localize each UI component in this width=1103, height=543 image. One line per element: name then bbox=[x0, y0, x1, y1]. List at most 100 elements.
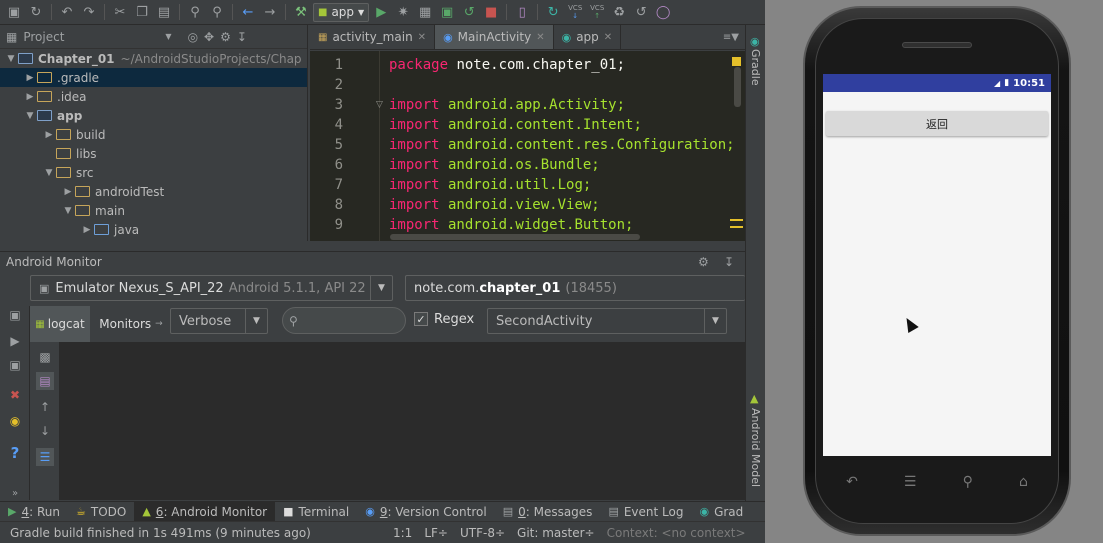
undo-icon[interactable]: ↶ bbox=[57, 2, 77, 22]
tool-tab[interactable]: ☕ TODO bbox=[68, 502, 134, 522]
vcs-refresh-icon[interactable]: ↻ bbox=[543, 2, 563, 22]
tab-activity-main[interactable]: ▦ activity_main ✕ bbox=[310, 25, 436, 49]
tree-item[interactable]: ▼ Chapter_01 ~/AndroidStudioProjects/Chap bbox=[0, 49, 307, 68]
vcs-commit-icon[interactable]: VCS ↑ bbox=[587, 2, 607, 22]
down-arrow-icon[interactable]: ↓ bbox=[36, 422, 54, 440]
android-model-tool-label[interactable]: Android Model bbox=[749, 408, 762, 487]
help-icon[interactable]: ? bbox=[6, 444, 24, 462]
screen-record-icon[interactable]: ▶ bbox=[6, 332, 24, 350]
emulator-screen[interactable]: ◢ ▮ 10:51 返回 bbox=[823, 74, 1051, 456]
tab-monitors[interactable]: Monitors → bbox=[92, 306, 170, 342]
collapsed-arrow-icon[interactable]: ▶ bbox=[80, 225, 94, 235]
avd-manager-icon[interactable]: ▯ bbox=[512, 2, 532, 22]
vcs-update-icon[interactable]: VCS ↓ bbox=[565, 2, 585, 22]
git-branch[interactable]: Git: master÷ bbox=[517, 526, 595, 540]
tree-item[interactable]: ▶ .idea bbox=[0, 87, 307, 106]
camera-icon[interactable]: ▣ bbox=[6, 306, 24, 324]
gradle-tool-label[interactable]: Gradle bbox=[749, 49, 762, 86]
settings-gear-icon[interactable]: ⚙ bbox=[220, 30, 231, 44]
code-editor[interactable]: 1 2 3 4 5 6 7 8 9 package note.com.chapter_01; im… bbox=[310, 51, 745, 241]
tool-tab[interactable]: ▤ 0: Messages bbox=[495, 502, 601, 522]
horizontal-scrollbar[interactable] bbox=[390, 234, 640, 240]
close-icon[interactable]: ✕ bbox=[536, 32, 544, 43]
tree-item[interactable]: ▶ .gradle bbox=[0, 68, 307, 87]
back-icon[interactable]: ← bbox=[238, 2, 258, 22]
target-icon[interactable]: ◎ bbox=[188, 30, 198, 44]
debug-icon[interactable]: ✷ bbox=[393, 2, 413, 22]
sync-icon[interactable]: ↻ bbox=[26, 2, 46, 22]
collapsed-arrow-icon[interactable]: ▶ bbox=[42, 130, 56, 140]
collapsed-arrow-icon[interactable]: ▶ bbox=[61, 187, 75, 197]
tool-tab[interactable]: ▤ Event Log bbox=[600, 502, 691, 522]
log-level-select[interactable]: Verbose ▼ bbox=[170, 308, 268, 334]
close-icon[interactable]: ✕ bbox=[418, 32, 426, 43]
collapse-icon[interactable]: ✥ bbox=[204, 30, 214, 44]
tab-logcat[interactable]: ▦ logcat bbox=[30, 306, 90, 342]
stop-icon[interactable]: ■ bbox=[481, 2, 501, 22]
apply-changes-icon[interactable]: ↺ bbox=[459, 2, 479, 22]
project-view-title[interactable]: Project bbox=[23, 30, 64, 44]
build-hammer-icon[interactable]: ⚒ bbox=[291, 2, 311, 22]
return-button[interactable]: 返回 bbox=[826, 111, 1048, 136]
tool-tab[interactable]: ■ Terminal bbox=[275, 502, 357, 522]
expanded-arrow-icon[interactable]: ▼ bbox=[42, 168, 56, 178]
run-config-select[interactable]: ■ app ▼ bbox=[313, 2, 370, 22]
forward-icon[interactable]: → bbox=[260, 2, 280, 22]
fold-marker-icon[interactable]: ▽ bbox=[376, 100, 383, 110]
tree-item[interactable]: libs bbox=[0, 144, 307, 163]
up-arrow-icon[interactable]: ↑ bbox=[36, 398, 54, 416]
tree-item[interactable]: ▼ app bbox=[0, 106, 307, 125]
search-everywhere-icon[interactable]: ◯ bbox=[653, 2, 673, 22]
expanded-arrow-icon[interactable]: ▼ bbox=[23, 111, 37, 121]
tab-app[interactable]: ◉ app ✕ bbox=[554, 25, 622, 49]
expanded-arrow-icon[interactable]: ▼ bbox=[4, 54, 18, 64]
warning-marker[interactable] bbox=[732, 57, 741, 66]
hide-panel-icon[interactable]: ↧ bbox=[237, 30, 247, 44]
tool-tab[interactable]: ◉ 9: Version Control bbox=[357, 502, 494, 522]
back-key-icon[interactable]: ↶ bbox=[846, 474, 858, 490]
copy-icon[interactable]: ❐ bbox=[132, 2, 152, 22]
paste-icon[interactable]: ▤ bbox=[154, 2, 174, 22]
tree-item[interactable]: ▶ build bbox=[0, 125, 307, 144]
collapsed-arrow-icon[interactable]: ▶ bbox=[23, 92, 37, 102]
logcat-search-input[interactable]: ⚲ bbox=[282, 307, 406, 334]
expand-icon[interactable]: » bbox=[6, 484, 24, 502]
tool-tab[interactable]: ◉ Grad bbox=[691, 502, 751, 522]
tree-item[interactable]: ▶ java bbox=[0, 220, 307, 239]
search-key-icon[interactable]: ⚲ bbox=[963, 474, 973, 490]
tool-tab[interactable]: ▲ 6: Android Monitor bbox=[134, 501, 276, 522]
collapsed-arrow-icon[interactable]: ▶ bbox=[23, 73, 37, 83]
system-info-icon[interactable]: ▣ bbox=[6, 356, 24, 374]
home-key-icon[interactable]: ⌂ bbox=[1019, 474, 1028, 490]
process-select[interactable]: note.com. chapter_01 (18455) bbox=[405, 275, 745, 301]
history-icon[interactable]: ♻ bbox=[609, 2, 629, 22]
find-icon[interactable]: ⚲ bbox=[185, 2, 205, 22]
vertical-scrollbar[interactable] bbox=[734, 67, 741, 107]
menu-key-icon[interactable]: ☰ bbox=[904, 474, 917, 490]
regex-checkbox[interactable]: ✓ bbox=[414, 312, 428, 326]
hprof-icon[interactable]: ◉ bbox=[6, 412, 24, 430]
chevron-down-icon[interactable]: ▼ bbox=[245, 309, 267, 333]
chevron-down-icon[interactable]: ▼ bbox=[704, 309, 726, 333]
tree-item[interactable]: ▼ main bbox=[0, 201, 307, 220]
revert-icon[interactable]: ↺ bbox=[631, 2, 651, 22]
terminate-icon[interactable]: ✖ bbox=[6, 386, 24, 404]
run-icon[interactable]: ▶ bbox=[371, 2, 391, 22]
filter-config-select[interactable]: SecondActivity ▼ bbox=[487, 308, 727, 334]
tab-main-activity[interactable]: ◉ MainActivity ✕ bbox=[435, 25, 554, 49]
file-encoding[interactable]: UTF-8÷ bbox=[460, 526, 505, 540]
coverage-icon[interactable]: ▦ bbox=[415, 2, 435, 22]
tree-item[interactable]: ▼ src bbox=[0, 163, 307, 182]
attach-debugger-icon[interactable]: ▣ bbox=[437, 2, 457, 22]
replace-icon[interactable]: ⚲ bbox=[207, 2, 227, 22]
tree-item[interactable]: ▶ androidTest bbox=[0, 182, 307, 201]
line-separator[interactable]: LF÷ bbox=[424, 526, 448, 540]
scroll-to-end-icon[interactable]: ▤ bbox=[36, 372, 54, 390]
tab-overflow-icon[interactable]: ≡▼ bbox=[723, 25, 745, 49]
caret-position[interactable]: 1:1 bbox=[393, 526, 412, 540]
expanded-arrow-icon[interactable]: ▼ bbox=[61, 206, 75, 216]
soft-wrap-icon[interactable]: ☰ bbox=[36, 448, 54, 466]
device-select[interactable]: ▣ Emulator Nexus_S_API_22 Android 5.1.1,… bbox=[30, 275, 393, 301]
hide-panel-icon[interactable]: ↧ bbox=[724, 255, 734, 269]
chevron-down-icon[interactable]: ▼ bbox=[370, 276, 392, 300]
